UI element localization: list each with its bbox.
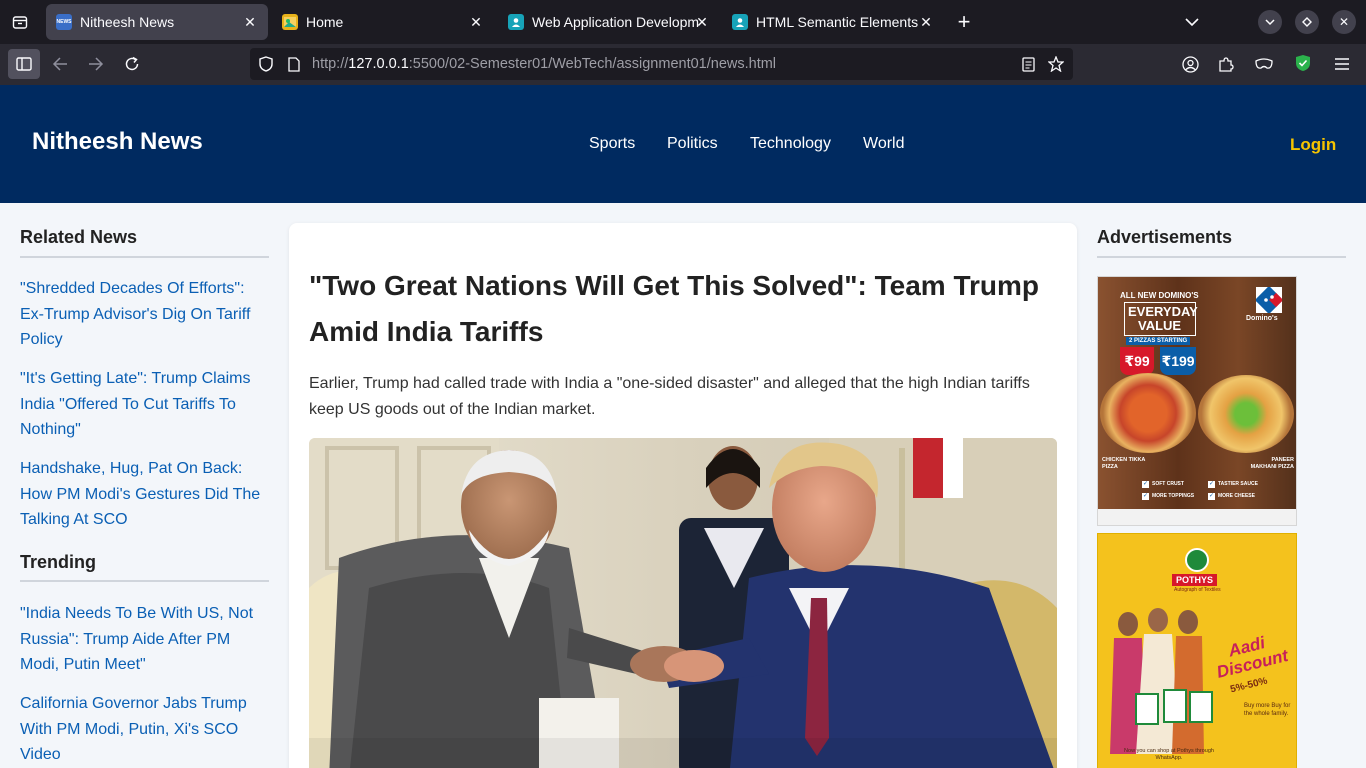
pizza-name-right: PANEER MAKHANI PIZZA	[1250, 457, 1294, 470]
account-icon[interactable]	[1180, 54, 1200, 74]
pothys-advertisement[interactable]: POTHYS Autograph of Textiles Aadi Discou…	[1097, 533, 1297, 768]
close-icon[interactable]: ✕	[466, 12, 486, 32]
nav-link-world[interactable]: World	[863, 135, 905, 153]
back-arrow-icon[interactable]	[48, 52, 72, 76]
dominos-logo-icon	[1254, 285, 1284, 315]
news-favicon-icon: NEWS	[56, 14, 72, 30]
close-icon[interactable]: ✕	[916, 12, 936, 32]
browser-tab[interactable]: Web Application Developm ✕	[498, 4, 720, 40]
price-badge-regular: ₹99	[1120, 347, 1154, 375]
pothys-tagline: Autograph of Textiles	[1174, 587, 1221, 593]
extension-mask-icon[interactable]	[1254, 54, 1274, 74]
ad-headline-large: VALUE	[1138, 318, 1182, 333]
sidebar-toggle-icon[interactable]	[8, 49, 40, 79]
nav-link-technology[interactable]: Technology	[750, 135, 831, 153]
trending-news-link[interactable]: California Governor Jabs Trump With PM M…	[20, 691, 270, 768]
pizza-image-right	[1198, 375, 1294, 453]
ad-footer-text: Now you can shop at Pothys through Whats…	[1124, 748, 1214, 761]
minimize-window-icon[interactable]	[1258, 10, 1282, 34]
close-icon[interactable]: ✕	[692, 12, 712, 32]
tab-manager-icon[interactable]	[8, 10, 32, 34]
list-all-tabs-chevron-icon[interactable]	[1180, 10, 1204, 34]
photo-favicon-icon	[282, 14, 298, 30]
login-link[interactable]: Login	[1290, 135, 1336, 155]
tab-title: Home	[306, 14, 344, 30]
ad-feature-check: ✓ MORE CHEESE	[1208, 493, 1255, 500]
bookmark-star-icon[interactable]	[1046, 54, 1066, 74]
ad-feature-check: ✓ SOFT CRUST	[1142, 481, 1184, 488]
person-favicon-icon	[508, 14, 524, 30]
related-news-link[interactable]: "It's Getting Late": Trump Claims India …	[20, 366, 270, 443]
dominos-advertisement[interactable]: ALL NEW DOMINO'S EVERYDAY VALUE 2 PIZZAS…	[1097, 276, 1297, 526]
browser-tab[interactable]: HTML Semantic Elements ✕	[722, 4, 944, 40]
reload-icon[interactable]	[120, 52, 144, 76]
article-photo	[309, 438, 1057, 768]
article-summary: Earlier, Trump had called trade with Ind…	[309, 375, 1030, 418]
reader-view-icon[interactable]	[1018, 54, 1038, 74]
pothys-logo-icon	[1185, 548, 1209, 572]
pothys-brand-text: POTHYS	[1172, 574, 1218, 586]
shield-icon[interactable]	[256, 54, 276, 74]
related-news-link[interactable]: "Shredded Decades Of Efforts": Ex-Trump …	[20, 276, 270, 353]
ad-feature-check: ✓ TASTIER SAUCE	[1208, 481, 1258, 488]
dominos-brand-text: Domino's	[1246, 315, 1278, 322]
article-headline: "Two Great Nations Will Get This Solved"…	[309, 270, 1040, 347]
new-tab-plus-icon[interactable]: +	[952, 9, 976, 34]
divider	[20, 580, 269, 582]
page-info-icon[interactable]	[284, 54, 304, 74]
tab-title: HTML Semantic Elements	[756, 14, 919, 30]
nav-link-politics[interactable]: Politics	[667, 135, 718, 153]
extensions-puzzle-icon[interactable]	[1216, 54, 1236, 74]
ad-discount: 5%-50%	[1229, 675, 1269, 696]
tab-title: Web Application Developm	[532, 14, 700, 30]
browser-tab[interactable]: Home ✕	[272, 4, 494, 40]
url-text[interactable]: http://127.0.0.1:5500/02-Semester01/WebT…	[312, 56, 776, 72]
menu-hamburger-icon[interactable]	[1332, 54, 1352, 74]
trending-news-link[interactable]: "India Needs To Be With US, Not Russia":…	[20, 601, 270, 678]
related-news-heading: Related News	[20, 227, 138, 247]
forward-arrow-icon[interactable]	[84, 52, 108, 76]
related-news-link[interactable]: Handshake, Hug, Pat On Back: How PM Modi…	[20, 456, 270, 533]
pizza-name-left: CHICKEN TIKKA PIZZA	[1102, 457, 1146, 470]
divider	[1097, 256, 1346, 258]
ad-side-text: Buy more Buy for the whole family.	[1244, 703, 1291, 717]
close-window-icon[interactable]: ✕	[1332, 10, 1356, 34]
trending-heading: Trending	[20, 552, 96, 572]
maximize-window-icon[interactable]	[1295, 10, 1319, 34]
price-badge-medium: ₹199	[1160, 347, 1196, 375]
ad-headline-small: ALL NEW DOMINO'S	[1120, 291, 1199, 300]
ad-promo-title: Aadi Discount	[1214, 633, 1290, 682]
tab-title: Nitheesh News	[80, 14, 175, 30]
ad-footer-strip	[1098, 509, 1296, 525]
person-favicon-icon	[732, 14, 748, 30]
ad-headline-large: EVERYDAY	[1128, 304, 1198, 319]
nav-link-sports[interactable]: Sports	[589, 135, 635, 153]
ad-family-figures	[1106, 604, 1216, 754]
ad-blocker-shield-icon[interactable]	[1293, 53, 1313, 73]
site-brand[interactable]: Nitheesh News	[32, 128, 203, 156]
browser-tab[interactable]: NEWS Nitheesh News ✕	[46, 4, 268, 40]
pizza-image-left	[1100, 373, 1196, 453]
ad-subheadline: 2 PIZZAS STARTING	[1126, 337, 1191, 345]
close-icon[interactable]: ✕	[240, 12, 260, 32]
advertisements-heading: Advertisements	[1097, 227, 1233, 247]
ad-feature-check: ✓ MORE TOPPINGS	[1142, 493, 1195, 500]
divider	[20, 256, 269, 258]
